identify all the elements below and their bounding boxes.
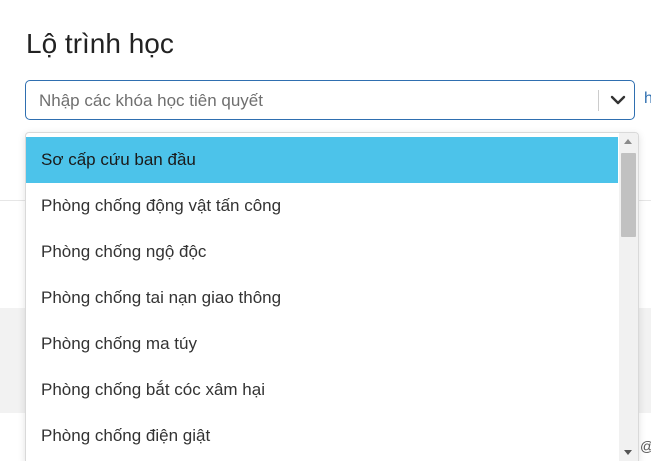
- side-link-fragment[interactable]: h: [644, 90, 651, 108]
- dropdown-option[interactable]: Phòng chống ma túy: [26, 321, 618, 367]
- side-text-fragment: @: [640, 438, 651, 454]
- dropdown-option[interactable]: Phòng chống tai nạn giao thông: [26, 275, 618, 321]
- select-divider: [598, 90, 599, 111]
- prerequisite-dropdown-list: Sơ cấp cứu ban đầu Phòng chống động vật …: [25, 132, 639, 461]
- dropdown-option[interactable]: Phòng chống điện giật: [26, 413, 618, 459]
- scroll-up-arrow-icon[interactable]: [624, 139, 632, 144]
- dropdown-option[interactable]: Phòng chống bắt cóc xâm hại: [26, 367, 618, 413]
- chevron-down-icon[interactable]: [609, 91, 627, 109]
- dropdown-scrollbar[interactable]: [619, 133, 638, 461]
- dropdown-option[interactable]: Sơ cấp cứu ban đầu: [26, 137, 618, 183]
- scroll-down-arrow-icon[interactable]: [624, 450, 632, 455]
- dropdown-option[interactable]: Phòng chống động vật tấn công: [26, 183, 618, 229]
- dropdown-option[interactable]: Phòng chống ngộ độc: [26, 229, 618, 275]
- scrollbar-thumb[interactable]: [621, 153, 636, 237]
- page-title: Lộ trình học: [26, 28, 174, 59]
- prerequisite-select[interactable]: Nhập các khóa học tiên quyết: [25, 80, 635, 120]
- prerequisite-select-placeholder: Nhập các khóa học tiên quyết: [39, 91, 263, 110]
- page: Lộ trình học Nhập các khóa học tiên quyế…: [0, 0, 651, 461]
